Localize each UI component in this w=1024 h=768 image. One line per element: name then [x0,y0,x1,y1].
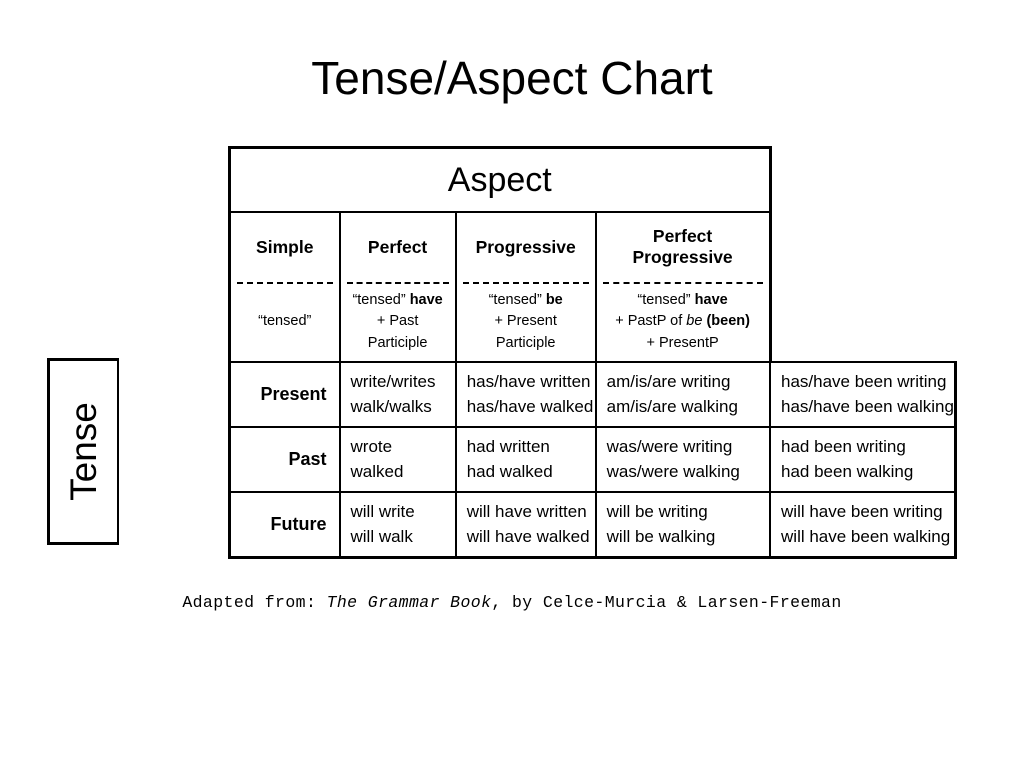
table-row: Present write/writes walk/walks has/have… [228,361,958,428]
aspect-columns-row: Simple “tensed” Perfect “tensed” have + … [228,211,956,363]
cell-line: wrote [350,437,393,457]
cell-line: will be writing [606,502,708,522]
cell-line: walked [350,461,404,481]
tense-row-label-past: Past [228,426,341,493]
cell-past-progressive: was/were writing was/were walking [594,426,772,493]
cell-line: am/is/are writing [606,372,731,392]
tense-axis-block: Tense [47,358,119,545]
attribution-suffix: , by Celce-Murcia & Larsen-Freeman [491,593,842,612]
cell-line: had been walking [781,461,914,481]
cell-past-perfect-progressive: had been writing had been walking [769,426,958,493]
tense-axis-label: Tense [63,402,105,501]
cell-line: has/have been writing [781,372,947,392]
aspect-column-perfect-progressive: Perfect Progressive “tensed” have + Past… [594,211,772,363]
formula-line: + PastP of be (been) [615,313,750,330]
tense-row-label-present: Present [228,361,341,428]
aspect-header-row: Aspect [228,146,956,213]
tense-row-label-future: Future [228,491,341,559]
cell-future-perfect: will have written will have walked [454,491,597,559]
cell-line: has/have been walking [781,396,954,416]
aspect-column-simple-label: Simple [256,236,314,257]
cell-line: walk/walks [350,396,432,416]
cell-line: had walked [466,461,553,481]
formula-line: “tensed” have [637,292,728,309]
formula-line: + Past Participle [367,313,428,351]
cell-line: has/have written [466,372,591,392]
aspect-column-simple: Simple “tensed” [228,211,341,363]
cell-line: had written [466,437,550,457]
cell-present-perfect-progressive: has/have been writing has/have been walk… [769,361,958,428]
cell-past-simple: wrote walked [338,426,457,493]
cell-line: write/writes [350,372,436,392]
formula-line: “tensed” have [352,292,443,309]
cell-present-progressive: am/is/are writing am/is/are walking [594,361,772,428]
aspect-column-perfect: Perfect “tensed” have + Past Participle [338,211,457,363]
aspect-column-simple-formula: “tensed” [237,282,333,360]
formula-line: “tensed” [258,313,312,330]
source-attribution: Adapted from: The Grammar Book, by Celce… [0,593,1024,612]
cell-line: will walk [350,526,413,546]
aspect-column-perfect-formula: “tensed” have + Past Participle [346,282,449,360]
cell-line: was/were walking [606,461,740,481]
table-row: Past wrote walked had written had walked… [228,426,958,493]
cell-line: was/were writing [606,437,733,457]
cell-line: had been writing [781,437,906,457]
cell-present-simple: write/writes walk/walks [338,361,457,428]
cell-line: has/have walked [466,396,594,416]
aspect-column-perfect-progressive-formula: “tensed” have + PastP of be (been) + Pre… [602,282,763,360]
cell-line: will be walking [606,526,716,546]
cell-line: will have walked [466,526,590,546]
cell-future-progressive: will be writing will be walking [594,491,772,559]
aspect-header-cell: Aspect [228,146,772,213]
table-row: Future will write will walk will have wr… [228,491,958,559]
attribution-source-title: The Grammar Book [326,593,492,612]
cell-line: will have been walking [781,526,951,546]
attribution-prefix: Adapted from: [182,593,327,612]
formula-line: + Present Participle [494,313,557,351]
cell-future-simple: will write will walk [338,491,457,559]
cell-past-perfect: had written had walked [454,426,597,493]
aspect-column-perfect-label: Perfect [367,236,428,257]
cell-line: will have been writing [781,502,943,522]
aspect-column-progressive-formula: “tensed” be + Present Participle [462,282,589,360]
tense-aspect-table: Aspect Simple “tensed” Perfect “tensed” … [228,146,958,559]
aspect-column-perfect-progressive-label: Perfect Progressive [632,226,733,267]
cell-line: am/is/are walking [606,396,738,416]
cell-present-perfect: has/have written has/have walked [454,361,597,428]
page-title: Tense/Aspect Chart [311,52,713,104]
cell-line: will write [350,502,415,522]
aspect-column-progressive-label: Progressive [475,236,576,257]
aspect-column-progressive: Progressive “tensed” be + Present Partic… [454,211,597,363]
formula-line: + PresentP [646,334,719,351]
cell-line: will have written [466,502,587,522]
formula-line: “tensed” be [488,292,563,309]
cell-future-perfect-progressive: will have been writing will have been wa… [769,491,958,559]
